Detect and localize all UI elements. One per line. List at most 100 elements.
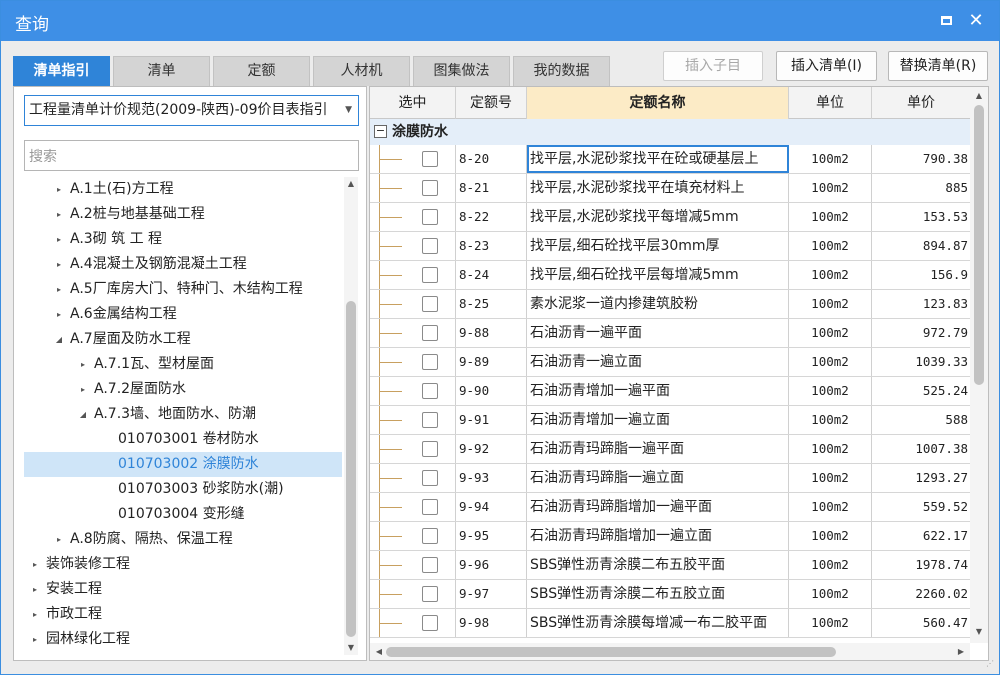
scrollbar-thumb[interactable]	[974, 105, 984, 385]
tab-labor-material-machine[interactable]: 人材机	[313, 56, 410, 86]
tree-item[interactable]: ▸ A.3砌 筑 工 程	[24, 227, 342, 252]
price-cell[interactable]: 156.9	[872, 261, 970, 289]
expand-arrow-icon[interactable]: ▸	[54, 527, 64, 552]
unit-cell[interactable]: 100m2	[789, 522, 872, 550]
price-cell[interactable]: 894.87	[872, 232, 970, 260]
price-cell[interactable]: 2260.02	[872, 580, 970, 608]
expand-arrow-icon[interactable]: ▸	[30, 577, 40, 602]
tree-item[interactable]: ◢ A.7.3墙、地面防水、防潮	[24, 402, 342, 427]
code-cell[interactable]: 9-93	[456, 464, 527, 492]
header-unit[interactable]: 单位	[789, 87, 872, 119]
select-checkbox[interactable]	[422, 528, 438, 544]
select-checkbox[interactable]	[422, 209, 438, 225]
unit-cell[interactable]: 100m2	[789, 377, 872, 405]
price-cell[interactable]: 1978.74	[872, 551, 970, 579]
tree-item[interactable]: ▸ A.1土(石)方工程	[24, 177, 342, 202]
unit-cell[interactable]: 100m2	[789, 435, 872, 463]
select-checkbox[interactable]	[422, 238, 438, 254]
code-cell[interactable]: 9-89	[456, 348, 527, 376]
table-row[interactable]: 8-24 找平层,细石砼找平层每增减5mm 100m2 156.9	[370, 261, 970, 290]
code-cell[interactable]: 9-91	[456, 406, 527, 434]
name-cell[interactable]: 石油沥青增加一遍平面	[527, 377, 789, 405]
expand-arrow-icon[interactable]: ▸	[54, 302, 64, 327]
expand-arrow-icon[interactable]: ▸	[54, 252, 64, 277]
select-checkbox[interactable]	[422, 151, 438, 167]
name-cell[interactable]: 石油沥青玛蹄脂增加一遍立面	[527, 522, 789, 550]
table-row[interactable]: 9-98 SBS弹性沥青涂膜每增减一布二胶平面 100m2 560.47	[370, 609, 970, 638]
name-cell[interactable]: 找平层,细石砼找平层每增减5mm	[527, 261, 789, 289]
price-cell[interactable]: 1293.27	[872, 464, 970, 492]
tree-item[interactable]: ▸ A.6金属结构工程	[24, 302, 342, 327]
tree-item[interactable]: ▸ A.4混凝土及钢筋混凝土工程	[24, 252, 342, 277]
name-cell[interactable]: 找平层,水泥砂浆找平每增减5mm	[527, 203, 789, 231]
table-row[interactable]: 9-92 石油沥青玛蹄脂一遍平面 100m2 1007.38	[370, 435, 970, 464]
tree-item[interactable]: 010703003 砂浆防水(潮)	[24, 477, 342, 502]
code-cell[interactable]: 9-94	[456, 493, 527, 521]
unit-cell[interactable]: 100m2	[789, 145, 872, 173]
unit-cell[interactable]: 100m2	[789, 232, 872, 260]
expand-arrow-icon[interactable]: ▸	[30, 552, 40, 577]
header-name[interactable]: 定额名称	[527, 87, 789, 119]
price-cell[interactable]: 790.38	[872, 145, 970, 173]
tree-item[interactable]: ▸ 园林绿化工程	[24, 627, 342, 652]
code-cell[interactable]: 9-96	[456, 551, 527, 579]
tree-item[interactable]: ▸ 市政工程	[24, 602, 342, 627]
code-cell[interactable]: 8-21	[456, 174, 527, 202]
name-cell[interactable]: 石油沥青玛蹄脂一遍平面	[527, 435, 789, 463]
tree-item[interactable]: ▸ A.7.2屋面防水	[24, 377, 342, 402]
header-code[interactable]: 定额号	[456, 87, 527, 119]
price-cell[interactable]: 588	[872, 406, 970, 434]
collapse-arrow-icon[interactable]: ◢	[54, 327, 64, 352]
name-cell[interactable]: 石油沥青一遍平面	[527, 319, 789, 347]
code-cell[interactable]: 9-95	[456, 522, 527, 550]
table-row[interactable]: 8-20 找平层,水泥砂浆找平在砼或硬基层上 100m2 790.38	[370, 145, 970, 174]
table-row[interactable]: 9-94 石油沥青玛蹄脂增加一遍平面 100m2 559.52	[370, 493, 970, 522]
table-row[interactable]: 9-91 石油沥青增加一遍立面 100m2 588	[370, 406, 970, 435]
title-bar[interactable]: 查询 ✕	[1, 1, 999, 41]
price-cell[interactable]: 560.47	[872, 609, 970, 637]
select-checkbox[interactable]	[422, 296, 438, 312]
expand-arrow-icon[interactable]: ▸	[54, 177, 64, 202]
unit-cell[interactable]: 100m2	[789, 609, 872, 637]
expand-arrow-icon[interactable]: ▸	[54, 202, 64, 227]
tree-item[interactable]: 010703004 变形缝	[24, 502, 342, 527]
tree-item[interactable]: ▸ A.2桩与地基基础工程	[24, 202, 342, 227]
price-cell[interactable]: 1007.38	[872, 435, 970, 463]
scroll-down-icon[interactable]: ▼	[974, 627, 984, 637]
spec-combo[interactable]: 工程量清单计价规范(2009-陕西)-09价目表指引 ▼	[24, 95, 359, 126]
expand-arrow-icon[interactable]: ▸	[78, 352, 88, 377]
tree-item[interactable]: ▸ 安装工程	[24, 577, 342, 602]
tree-item[interactable]: ▸ A.5厂库房大门、特种门、木结构工程	[24, 277, 342, 302]
name-cell[interactable]: 找平层,水泥砂浆找平在填充材料上	[527, 174, 789, 202]
tree-item[interactable]: ▸ A.8防腐、隔热、保温工程	[24, 527, 342, 552]
header-price[interactable]: 单价	[872, 87, 970, 119]
scroll-up-icon[interactable]: ▲	[346, 179, 356, 189]
unit-cell[interactable]: 100m2	[789, 406, 872, 434]
scroll-left-icon[interactable]: ◀	[374, 647, 384, 657]
select-checkbox[interactable]	[422, 325, 438, 341]
select-checkbox[interactable]	[422, 354, 438, 370]
expand-arrow-icon[interactable]: ▸	[54, 227, 64, 252]
select-checkbox[interactable]	[422, 470, 438, 486]
code-cell[interactable]: 9-90	[456, 377, 527, 405]
unit-cell[interactable]: 100m2	[789, 580, 872, 608]
name-cell[interactable]: 找平层,细石砼找平层30mm厚	[527, 232, 789, 260]
chevron-down-icon[interactable]: ▼	[345, 96, 352, 125]
resize-grip-icon[interactable]: ⋰	[986, 660, 996, 671]
scroll-down-icon[interactable]: ▼	[346, 643, 356, 653]
price-cell[interactable]: 153.53	[872, 203, 970, 231]
code-cell[interactable]: 8-22	[456, 203, 527, 231]
price-cell[interactable]: 622.17	[872, 522, 970, 550]
tab-atlas-method[interactable]: 图集做法	[413, 56, 510, 86]
select-checkbox[interactable]	[422, 412, 438, 428]
select-checkbox[interactable]	[422, 180, 438, 196]
table-row[interactable]: 9-97 SBS弹性沥青涂膜二布五胶立面 100m2 2260.02	[370, 580, 970, 609]
select-checkbox[interactable]	[422, 441, 438, 457]
tree-item[interactable]: ▸ 装饰装修工程	[24, 552, 342, 577]
tab-list-guide[interactable]: 清单指引	[13, 56, 110, 86]
select-checkbox[interactable]	[422, 557, 438, 573]
tab-list[interactable]: 清单	[113, 56, 210, 86]
header-select[interactable]: 选中	[370, 87, 456, 119]
price-cell[interactable]: 525.24	[872, 377, 970, 405]
name-cell[interactable]: SBS弹性沥青涂膜二布五胶立面	[527, 580, 789, 608]
